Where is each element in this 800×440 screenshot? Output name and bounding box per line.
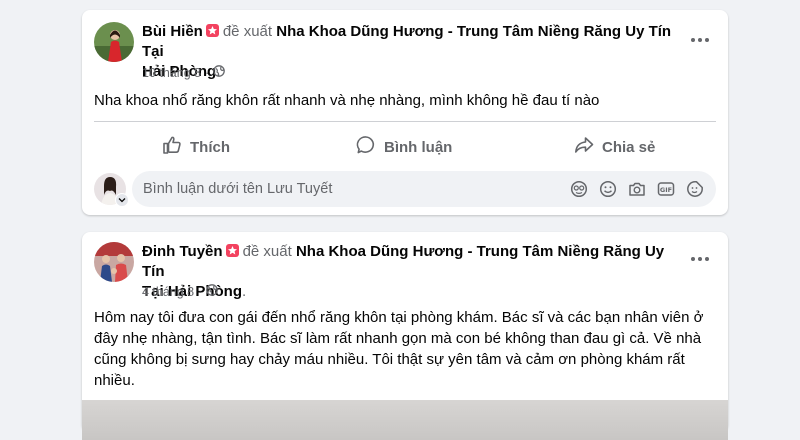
meta-separator: ·: [198, 284, 203, 299]
post-text: Hôm nay tôi đưa con gái đến nhổ răng khô…: [94, 309, 704, 389]
svg-text:GIF: GIF: [660, 186, 672, 194]
comment-button[interactable]: Bình luận: [356, 130, 452, 164]
comment-label: Bình luận: [384, 138, 453, 156]
post-card: Bùi Hiền đề xuất Nha Khoa Dũng Hương - Tr…: [82, 10, 728, 215]
sticker-icon[interactable]: [686, 180, 704, 198]
emoji-icon[interactable]: [599, 180, 617, 198]
comment-composer: Bình luận dưới tên Lưu Tuyết GIF: [94, 171, 716, 207]
post-meta: 4 tháng 8 ·: [142, 284, 219, 299]
like-button[interactable]: Thích: [162, 130, 230, 164]
like-label: Thích: [190, 138, 230, 156]
more-options-icon[interactable]: [684, 30, 716, 50]
recommend-verb: đề xuất: [222, 23, 273, 40]
post-date[interactable]: 4 tháng 8: [142, 285, 194, 299]
author-avatar[interactable]: [94, 22, 134, 62]
globe-icon: [213, 65, 226, 80]
author-name[interactable]: Bùi Hiền: [142, 23, 203, 40]
divider: [94, 121, 716, 122]
share-button[interactable]: Chia sẻ: [574, 130, 655, 164]
comment-icon: [356, 135, 376, 159]
recommend-verb: đề xuất: [242, 243, 292, 260]
author-avatar[interactable]: [94, 242, 134, 282]
comment-input[interactable]: Bình luận dưới tên Lưu Tuyết GIF: [132, 171, 716, 207]
author-name[interactable]: Đinh Tuyền: [142, 243, 223, 260]
post-header: Đinh Tuyền đề xuất Nha Khoa Dũng Hương - …: [142, 243, 665, 300]
chevron-down-icon[interactable]: [115, 193, 129, 207]
comment-tools: GIF: [570, 180, 704, 198]
meta-separator: ·: [205, 65, 210, 80]
comment-placeholder: Bình luận dưới tên Lưu Tuyết: [143, 181, 333, 197]
post-image[interactable]: [82, 400, 728, 440]
sticker-avatar-icon[interactable]: [570, 180, 588, 198]
post-date[interactable]: 10 tháng 8: [142, 66, 201, 80]
globe-icon: [206, 284, 219, 299]
like-icon: [162, 135, 182, 159]
recommend-icon: [225, 244, 239, 257]
share-label: Chia sẻ: [602, 138, 656, 156]
camera-icon[interactable]: [628, 180, 646, 198]
post-meta: 10 tháng 8 ·: [142, 65, 226, 80]
recommend-icon: [205, 24, 219, 37]
post-text: Nha khoa nhổ răng khôn rất nhanh và nhẹ …: [94, 92, 600, 109]
gif-icon[interactable]: GIF: [657, 180, 675, 198]
more-options-icon[interactable]: [684, 249, 716, 269]
post-card: Đinh Tuyền đề xuất Nha Khoa Dũng Hương - …: [82, 232, 728, 440]
share-icon: [574, 135, 594, 159]
